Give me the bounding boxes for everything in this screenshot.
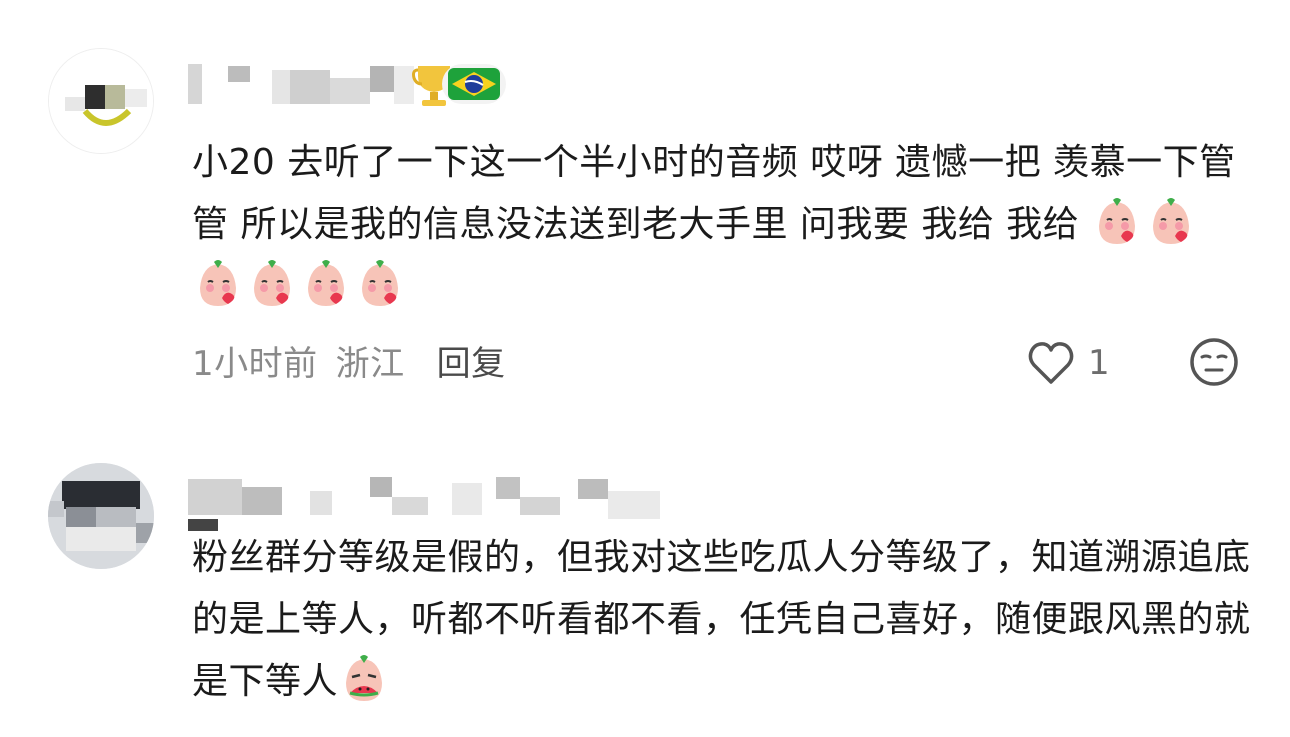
like-count: 1 — [1088, 343, 1110, 383]
comment-text: 小20 去听了一下这一个半小时的音频 哎呀 遗憾一把 羡慕一下管管 所以是我的信… — [192, 132, 1252, 318]
like-button[interactable]: 1 — [1026, 338, 1110, 388]
comment-item: 粉丝群分等级是假的，但我对这些吃瓜人分等级了，知道溯源追底的是上等人，听都不听看… — [0, 455, 1290, 737]
blush-kiss-emoji-icon — [300, 258, 352, 310]
comment-text: 粉丝群分等级是假的，但我对这些吃瓜人分等级了，知道溯源追底的是上等人，听都不听看… — [192, 527, 1252, 713]
blush-kiss-emoji-icon — [1091, 196, 1143, 248]
blush-kiss-emoji-icon — [192, 258, 244, 310]
avatar[interactable] — [48, 463, 154, 569]
comment-meta: 1小时前 浙江 回复 — [192, 336, 524, 385]
comment-text-content: 小20 去听了一下这一个半小时的音频 哎呀 遗憾一把 羡慕一下管管 所以是我的信… — [192, 142, 1236, 245]
reply-button[interactable]: 回复 — [437, 344, 506, 384]
dislike-button[interactable] — [1188, 336, 1240, 388]
timestamp: 1小时前 — [192, 344, 318, 384]
brazil-flag-icon — [442, 64, 506, 104]
blush-kiss-emoji-icon — [1145, 196, 1197, 248]
blush-kiss-emoji-icon — [354, 258, 406, 310]
avatar[interactable] — [48, 48, 154, 154]
heart-icon — [1028, 342, 1074, 384]
username-blurred[interactable] — [186, 473, 666, 531]
eating-watermelon-emoji-icon — [338, 653, 390, 705]
comment-item: 小20 去听了一下这一个半小时的音频 哎呀 遗憾一把 羡慕一下管管 所以是我的信… — [0, 40, 1290, 400]
blush-kiss-emoji-icon — [246, 258, 298, 310]
location: 浙江 — [335, 344, 405, 384]
neutral-face-icon — [1190, 338, 1238, 386]
